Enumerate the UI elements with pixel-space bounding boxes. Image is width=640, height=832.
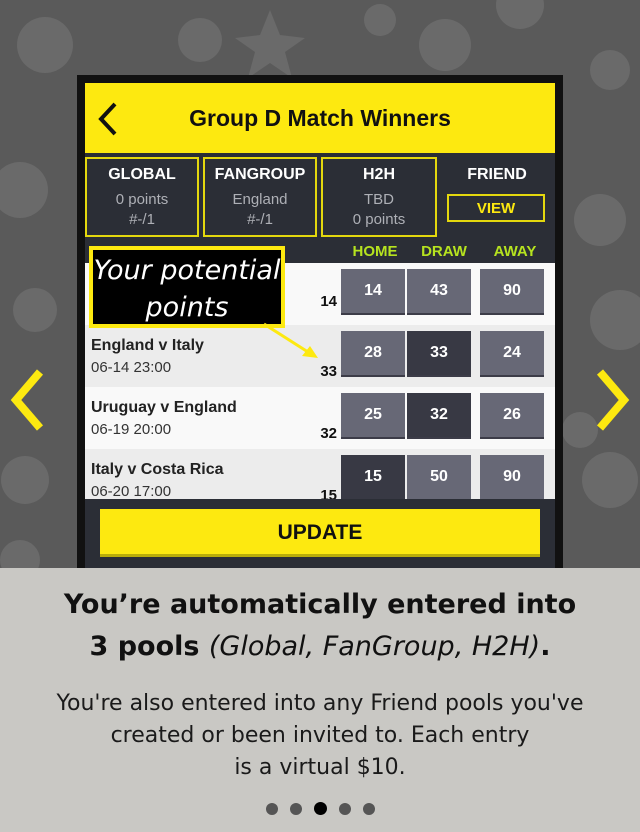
footer-bar: UPDATE — [85, 499, 555, 568]
headline-pools-list: (Global, FanGroup, H2H) — [208, 631, 541, 662]
pick-home-button[interactable]: 14 — [341, 269, 405, 315]
body-line3: is a virtual $10. — [234, 755, 406, 780]
column-header-away: AWAY — [493, 243, 537, 260]
match-date: 06-19 20:00 — [91, 421, 172, 438]
page-dot[interactable] — [289, 803, 302, 815]
callout-arrow-icon — [263, 322, 318, 358]
pick-home-button[interactable]: 28 — [341, 331, 405, 377]
potential-points: 14 — [320, 293, 337, 310]
pool-line1: 0 points — [115, 191, 169, 208]
headline: You’re automatically entered into 3 pool… — [0, 584, 640, 668]
pick-away-button[interactable]: 90 — [480, 455, 544, 499]
page-dot[interactable] — [265, 803, 278, 815]
headline-line1: You’re automatically entered into — [63, 589, 577, 620]
column-header-draw: DRAW — [421, 243, 467, 260]
potential-points: 32 — [320, 425, 337, 442]
next-slide-button[interactable] — [592, 368, 632, 432]
body-text: You're also entered into any Friend pool… — [0, 688, 640, 784]
pool-name: FRIEND — [467, 166, 527, 183]
page-dot-active[interactable] — [313, 802, 327, 815]
page-title: Group D Match Winners — [189, 105, 451, 131]
info-panel: You’re automatically entered into 3 pool… — [0, 568, 640, 832]
pick-draw-button[interactable]: 33 — [407, 331, 471, 377]
match-row: Uruguay v England 06-19 20:00 32 25 32 2… — [85, 387, 555, 449]
pool-line2: #-/1 — [129, 211, 155, 228]
body-line2: created or been invited to. Each entry — [110, 723, 530, 748]
chevron-left-icon — [98, 102, 117, 136]
potential-points: 15 — [320, 487, 337, 499]
column-header-home: HOME — [352, 243, 398, 260]
pool-global[interactable]: GLOBAL 0 points #-/1 — [85, 157, 199, 237]
match-name: Uruguay v England — [91, 399, 237, 416]
pool-line1: TBD — [364, 191, 394, 208]
back-button[interactable] — [95, 101, 123, 137]
chevron-left-icon — [10, 369, 44, 431]
body-line1: You're also entered into any Friend pool… — [56, 691, 584, 716]
callout-line1: Your potential — [93, 255, 281, 286]
pick-home-button[interactable]: 25 — [341, 393, 405, 439]
pool-name: H2H — [362, 166, 395, 183]
headline-pools-count: 3 pools — [89, 631, 209, 662]
header-bar: Group D Match Winners — [85, 83, 555, 153]
previous-slide-button[interactable] — [8, 368, 48, 432]
pick-home-button[interactable]: 15 — [341, 455, 405, 499]
pool-friend: FRIEND VIEW — [439, 157, 555, 237]
pool-fangroup[interactable]: FANGROUP England #-/1 — [203, 157, 317, 237]
pool-line2: #-/1 — [247, 211, 273, 228]
callout-line2: points — [145, 292, 229, 323]
pick-draw-button[interactable]: 32 — [407, 393, 471, 439]
pick-draw-button[interactable]: 50 — [407, 455, 471, 499]
match-row: Italy v Costa Rica 06-20 17:00 15 15 50 … — [85, 449, 555, 499]
potential-points-callout: Your potential points — [89, 246, 285, 328]
match-name: Italy v Costa Rica — [91, 461, 224, 478]
update-button[interactable]: UPDATE — [100, 509, 540, 557]
headline-period: . — [540, 631, 551, 662]
pick-away-button[interactable]: 90 — [480, 269, 544, 315]
pool-name: GLOBAL — [108, 166, 176, 183]
page-dot[interactable] — [338, 803, 351, 815]
pick-away-button[interactable]: 26 — [480, 393, 544, 439]
match-date: 06-20 17:00 — [91, 483, 172, 499]
page-dot[interactable] — [362, 803, 375, 815]
pool-h2h[interactable]: H2H TBD 0 points — [321, 157, 437, 237]
match-date: 06-14 23:00 — [91, 359, 172, 376]
chevron-right-icon — [596, 369, 630, 431]
pool-line2: 0 points — [352, 211, 406, 228]
headline-line2: 3 pools (Global, FanGroup, H2H). — [0, 626, 640, 668]
pool-name: FANGROUP — [214, 166, 306, 183]
pagination-dots — [0, 800, 640, 819]
pick-away-button[interactable]: 24 — [480, 331, 544, 377]
match-name: England v Italy — [91, 337, 204, 354]
pick-draw-button[interactable]: 43 — [407, 269, 471, 315]
pool-line1: England — [232, 191, 288, 208]
view-friend-pools-button[interactable]: VIEW — [447, 194, 545, 222]
